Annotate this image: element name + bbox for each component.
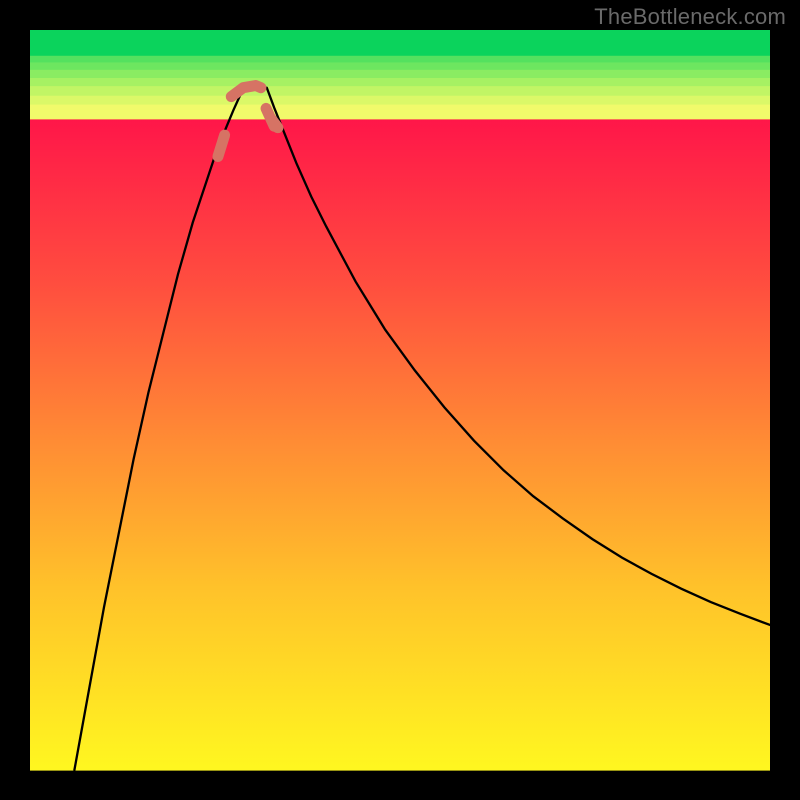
chart-stage: TheBottleneck.com xyxy=(0,0,800,800)
short-segment xyxy=(271,119,278,128)
background-bands xyxy=(30,30,770,771)
short-segment xyxy=(218,135,225,156)
watermark-text: TheBottleneck.com xyxy=(594,4,786,30)
chart-svg xyxy=(0,0,800,800)
